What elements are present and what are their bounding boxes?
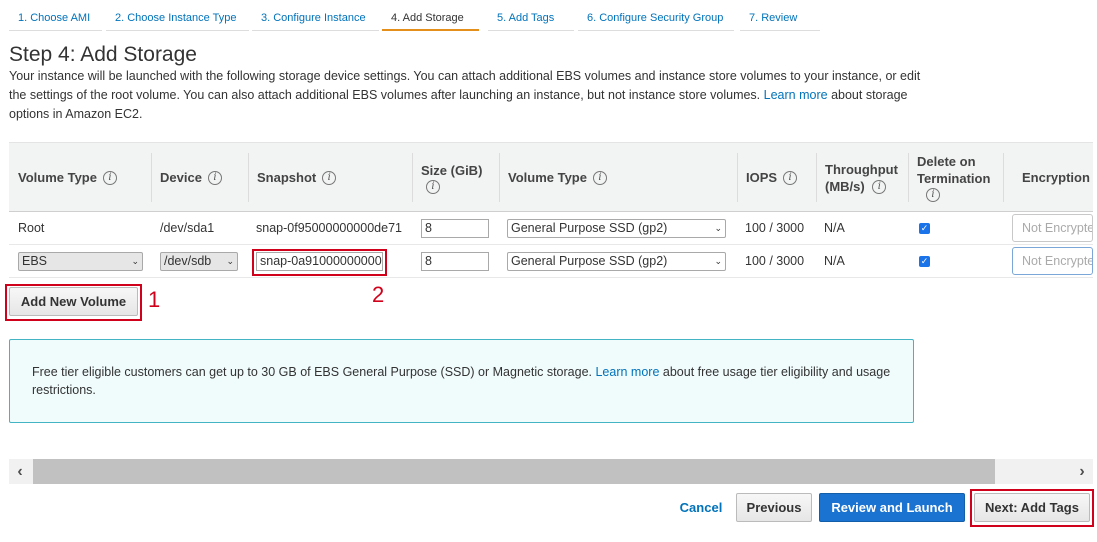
storage-table: Volume Type i Device i Snapshot i Size (… [9,142,1093,278]
root-throughput: N/A [824,221,845,235]
header-encryption: Encryption [1003,143,1093,212]
info-icon[interactable]: i [592,170,607,185]
info-icon[interactable]: i [207,170,222,185]
tab-choose-instance-type[interactable]: 2. Choose Instance Type [106,6,249,31]
learn-more-free-tier-link[interactable]: Learn more [595,365,659,379]
header-ebs-volume-type-label: Volume Type [508,170,587,185]
info-icon[interactable]: i [783,170,798,185]
free-tier-text: Free tier eligible customers can get up … [32,365,592,379]
root-delete-checkbox-cell: ✓ [919,212,930,244]
header-delete-on-termination: Delete on Termination i [908,143,1003,212]
header-iops-label: IOPS [746,170,778,185]
previous-button[interactable]: Previous [736,493,812,522]
add-new-volume-button[interactable]: Add New Volume [9,287,138,316]
annotation-marker-2: 2 [372,282,385,307]
info-icon[interactable]: i [322,170,337,185]
ebs-volume-type-select-2[interactable]: General Purpose SSD (gp2) ⌄ [507,251,726,271]
header-iops: IOPS i [737,143,816,212]
table-row: Root /dev/sda1 snap-0f95000000000de71 8 … [9,212,1093,245]
intro-text: Your instance will be launched with the … [9,67,929,124]
cancel-button[interactable]: Cancel [672,493,730,522]
chevron-down-icon: ⌄ [714,255,722,266]
header-delete-on-termination-label: Delete on Termination [917,154,991,186]
info-icon[interactable]: i [926,188,940,202]
root-encryption-select[interactable]: Not Encrypted [1012,214,1093,242]
tab-configure-instance[interactable]: 3. Configure Instance [252,6,379,31]
chevron-down-icon: ⌄ [226,255,234,266]
tab-review[interactable]: 7. Review [740,6,820,31]
info-icon[interactable]: i [102,170,117,185]
tab-add-storage[interactable]: 4. Add Storage [382,6,479,31]
header-volume-type: Volume Type i [9,143,151,212]
scrollbar-thumb[interactable] [33,459,995,484]
header-volume-type-label: Volume Type [18,170,97,185]
learn-more-storage-link[interactable]: Learn more [764,88,828,102]
root-size-input[interactable]: 8 [421,218,489,238]
chevron-down-icon: ⌄ [714,222,722,233]
annotation-box-2 [252,249,387,276]
root-iops: 100 / 3000 [745,221,805,235]
horizontal-scrollbar[interactable]: ‹ › [9,459,1093,484]
ebs-volume-type-value: EBS [22,254,48,268]
header-device: Device i [151,143,248,212]
root-ebs-type-cell: General Purpose SSD (gp2) ⌄ [507,212,726,244]
ebs-delete-checkbox-cell: ✓ [919,245,930,277]
info-icon[interactable]: i [872,180,887,195]
root-device: /dev/sda1 [160,221,215,235]
tab-configure-security-group[interactable]: 6. Configure Security Group [578,6,734,31]
ebs-volume-type-value-2: General Purpose SSD (gp2) [511,254,668,268]
ebs-iops: 100 / 3000 [745,254,805,268]
delete-on-termination-checkbox[interactable]: ✓ [919,222,930,234]
chevron-down-icon: ⌄ [131,255,139,266]
scroll-right-icon[interactable]: › [1071,459,1093,484]
next-add-tags-button[interactable]: Next: Add Tags [974,493,1090,522]
header-size-label: Size (GiB) [421,162,483,178]
ebs-encryption-select[interactable]: Not Encrypted [1012,247,1093,275]
table-row: EBS ⌄ /dev/sdb ⌄ snap-0a91000000000 8 Ge… [9,245,1093,278]
header-size: Size (GiB) i [412,143,499,212]
tab-choose-ami[interactable]: 1. Choose AMI [9,6,102,31]
info-icon[interactable]: i [426,179,440,194]
ebs-device-select[interactable]: /dev/sdb ⌄ [160,251,238,271]
ebs-size-cell: 8 [421,245,489,277]
scroll-left-icon[interactable]: ‹ [9,459,31,484]
ebs-type-cell: General Purpose SSD (gp2) ⌄ [507,245,726,277]
table-header: Volume Type i Device i Snapshot i Size (… [9,142,1093,212]
header-ebs-volume-type: Volume Type i [499,143,737,212]
header-throughput-label: Throughput (MB/s) [825,161,898,194]
tab-add-tags[interactable]: 5. Add Tags [488,6,574,31]
header-snapshot-label: Snapshot [257,170,317,185]
root-size-cell: 8 [421,212,489,244]
root-snapshot: snap-0f95000000000de71 [256,221,402,235]
ebs-encryption-cell: Not Encrypted [1012,245,1093,277]
header-throughput: Throughput (MB/s) i [816,143,908,212]
ebs-device-cell: /dev/sdb ⌄ [160,245,238,277]
page-title: Step 4: Add Storage [9,43,197,66]
review-and-launch-button[interactable]: Review and Launch [819,493,965,522]
root-volume-type-value: General Purpose SSD (gp2) [511,221,668,235]
header-throughput-wrap: Throughput (MB/s) i [825,161,899,195]
root-encryption-cell: Not Encrypted [1012,212,1093,244]
root-volume-type-select[interactable]: General Purpose SSD (gp2) ⌄ [507,218,726,238]
ebs-volume-type-select[interactable]: EBS ⌄ [18,251,143,271]
header-device-label: Device [160,170,202,185]
ebs-device-value: /dev/sdb [164,254,212,268]
ebs-volume-type-cell: EBS ⌄ [18,245,143,277]
ebs-size-input[interactable]: 8 [421,251,489,271]
header-snapshot: Snapshot i [248,143,412,212]
free-tier-info-panel: Free tier eligible customers can get up … [9,339,914,423]
ebs-throughput: N/A [824,254,845,268]
header-encryption-label: Encryption [1022,170,1090,185]
root-volume-type: Root [18,221,45,235]
annotation-marker-1: 1 [148,287,161,312]
delete-on-termination-checkbox[interactable]: ✓ [919,255,930,267]
